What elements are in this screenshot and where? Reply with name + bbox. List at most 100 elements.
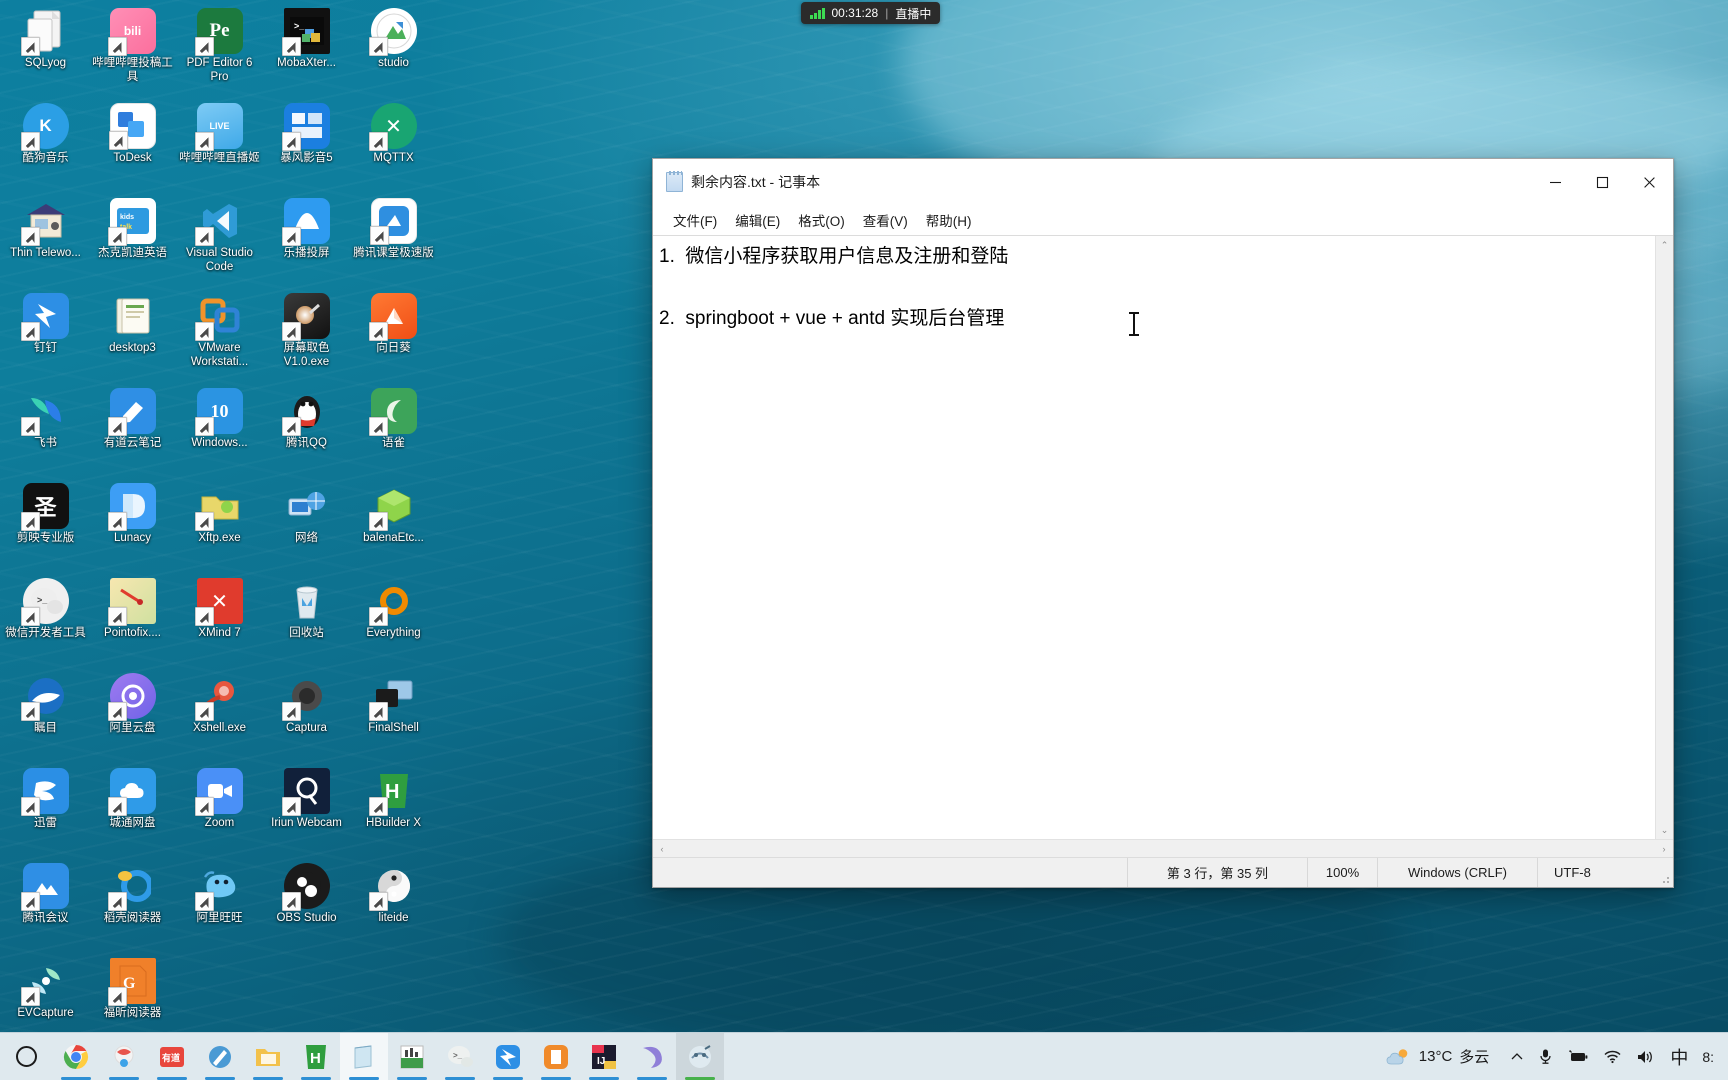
recording-indicator[interactable]: 00:31:28 | 直播中 bbox=[801, 2, 941, 24]
taskbar-item-wechat-devtools[interactable]: >_ bbox=[436, 1033, 484, 1080]
menu-help[interactable]: 帮助(H) bbox=[917, 207, 981, 233]
desktop-icon-folder-desktop3[interactable]: desktop3 bbox=[89, 289, 176, 384]
desktop-icon-xftp[interactable]: Xftp.exe bbox=[176, 479, 263, 574]
menu-view[interactable]: 查看(V) bbox=[854, 207, 917, 233]
desktop-icon-dingtalk[interactable]: 钉钉 bbox=[2, 289, 89, 384]
desktop-icon-label: 阿里云盘 bbox=[109, 722, 156, 734]
scroll-up-arrow-icon[interactable]: ⌃ bbox=[1656, 236, 1673, 254]
desktop-icon-bilibili-upload[interactable]: bili 哔哩哔哩投稿工具 bbox=[89, 4, 176, 99]
taskbar-item-excel-chart[interactable] bbox=[388, 1033, 436, 1080]
desktop-icon-label: 稻壳阅读器 bbox=[103, 912, 162, 924]
taskbar-item-dingtalk[interactable] bbox=[484, 1033, 532, 1080]
desktop-icon-studio[interactable]: studio bbox=[350, 4, 437, 99]
desktop-icon-color-picker[interactable]: 屏幕取色 V1.0.exe bbox=[263, 289, 350, 384]
desktop-icon-baofeng-player[interactable]: 暴风影音5 bbox=[263, 99, 350, 194]
minimize-button[interactable] bbox=[1532, 159, 1579, 205]
desktop-icon-aliyun-drive[interactable]: 阿里云盘 bbox=[89, 669, 176, 764]
taskbar-item-file-explorer[interactable] bbox=[244, 1033, 292, 1080]
start-button[interactable] bbox=[0, 1033, 52, 1080]
desktop-icon-balena-etcher[interactable]: balenaEtc... bbox=[350, 479, 437, 574]
desktop-icon-jack-kaidi-english[interactable]: kids talk 杰克凯迪英语 bbox=[89, 194, 176, 289]
desktop-icon-network[interactable]: 网络 bbox=[263, 479, 350, 574]
desktop-icon-vmware[interactable]: VMware Workstati... bbox=[176, 289, 263, 384]
taskbar-item-quark-browser[interactable] bbox=[100, 1033, 148, 1080]
desktop-icon-lebo-cast[interactable]: 乐播投屏 bbox=[263, 194, 350, 289]
taskbar-item-notepad[interactable] bbox=[340, 1033, 388, 1080]
notepad-titlebar[interactable]: 剩余内容.txt - 记事本 bbox=[653, 159, 1673, 205]
desktop-icon-daoke-reader[interactable]: 稻壳阅读器 bbox=[89, 859, 176, 954]
desktop-icon-obs-studio[interactable]: OBS Studio bbox=[263, 859, 350, 954]
scroll-right-arrow-icon[interactable]: › bbox=[1655, 840, 1673, 857]
desktop-icon-xunlei[interactable]: 迅雷 bbox=[2, 764, 89, 859]
desktop-icon-mobaxterm[interactable]: >_ MobaXter... bbox=[263, 4, 350, 99]
desktop-icon-xmind[interactable]: ✕ XMind 7 bbox=[176, 574, 263, 669]
desktop-icon-sqlyog[interactable]: SQLyog bbox=[2, 4, 89, 99]
desktop-icon-mqttx[interactable]: ✕ MQTTX bbox=[350, 99, 437, 194]
tray-weather[interactable]: 13°C 多云 bbox=[1374, 1033, 1504, 1080]
desktop-icon-windows10[interactable]: 10 Windows... bbox=[176, 384, 263, 479]
desktop-icon-bilibili-live[interactable]: LIVE 哔哩哔哩直播姬 bbox=[176, 99, 263, 194]
desktop-icon-zhumu[interactable]: 瞩目 bbox=[2, 669, 89, 764]
desktop-icon-hbuilderx[interactable]: H HBuilder X bbox=[350, 764, 437, 859]
resize-grip-icon[interactable] bbox=[1655, 858, 1673, 887]
maximize-button[interactable] bbox=[1579, 159, 1626, 205]
text-editor-area[interactable]: 1. 微信小程序获取用户信息及注册和登陆 2. springboot + vue… bbox=[653, 236, 1655, 839]
desktop-icon-wechat-devtools[interactable]: >_ 微信开发者工具 bbox=[2, 574, 89, 669]
desktop-icon-tencent-qq[interactable]: 腾讯QQ bbox=[263, 384, 350, 479]
battery-tray-button[interactable] bbox=[1560, 1033, 1596, 1080]
menu-format[interactable]: 格式(O) bbox=[789, 207, 854, 233]
desktop-icon-iriun-webcam[interactable]: Iriun Webcam bbox=[263, 764, 350, 859]
desktop-icon-tencent-meeting[interactable]: 腾讯会议 bbox=[2, 859, 89, 954]
taskbar-item-daoke-reader[interactable] bbox=[532, 1033, 580, 1080]
desktop-icon-label: Visual Studio Code bbox=[186, 247, 253, 273]
taskbar-item-intellij-idea[interactable]: IJ bbox=[580, 1033, 628, 1080]
taskbar-item-youdao-dict[interactable]: 有道 bbox=[148, 1033, 196, 1080]
desktop-icon-kugou-music[interactable]: K 酷狗音乐 bbox=[2, 99, 89, 194]
desktop-icon-sunflower[interactable]: 向日葵 bbox=[350, 289, 437, 384]
taskbar-item-mobaxterm[interactable] bbox=[676, 1033, 724, 1080]
vertical-scrollbar[interactable]: ⌃ ⌄ bbox=[1655, 236, 1673, 839]
desktop-icon-pointofix[interactable]: Pointofix.... bbox=[89, 574, 176, 669]
close-button[interactable] bbox=[1626, 159, 1673, 205]
taskbar-item-navicat[interactable] bbox=[628, 1033, 676, 1080]
desktop-icon-lunacy[interactable]: Lunacy bbox=[89, 479, 176, 574]
desktop-icon-everything[interactable]: Everything bbox=[350, 574, 437, 669]
desktop-icon-zoom[interactable]: Zoom bbox=[176, 764, 263, 859]
desktop-icon-pdf-editor[interactable]: Pe PDF Editor 6 Pro bbox=[176, 4, 263, 99]
taskbar-item-wps-pen[interactable] bbox=[196, 1033, 244, 1080]
desktop-icon-feishu[interactable]: 飞书 bbox=[2, 384, 89, 479]
youdao-note-icon bbox=[107, 388, 156, 436]
desktop-icon-aliwangwang[interactable]: 阿里旺旺 bbox=[176, 859, 263, 954]
desktop-icon-liteide[interactable]: liteide bbox=[350, 859, 437, 954]
desktop-icon-youdao-note[interactable]: 有道云笔记 bbox=[89, 384, 176, 479]
desktop-icon-label: MobaXter... bbox=[277, 57, 336, 69]
desktop-icon-label: Iriun Webcam bbox=[271, 817, 342, 829]
desktop-icon-recycle-bin[interactable]: 回收站 bbox=[263, 574, 350, 669]
desktop-icon-tencent-ketang[interactable]: 腾讯课堂极速版 bbox=[350, 194, 437, 289]
wifi-tray-button[interactable] bbox=[1596, 1033, 1629, 1080]
show-hidden-icons-button[interactable] bbox=[1503, 1033, 1531, 1080]
desktop-icon-finalshell[interactable]: FinalShell bbox=[350, 669, 437, 764]
desktop-icon-thin-telework[interactable]: Thin Telewo... bbox=[2, 194, 89, 289]
desktop-icon-ctfile[interactable]: 城通网盘 bbox=[89, 764, 176, 859]
menu-file[interactable]: 文件(F) bbox=[664, 207, 726, 233]
microphone-tray-button[interactable] bbox=[1531, 1033, 1560, 1080]
horizontal-scrollbar[interactable]: ‹ › bbox=[653, 839, 1673, 857]
desktop-icon-xshell[interactable]: Xshell.exe bbox=[176, 669, 263, 764]
desktop-icon-label: Pointofix.... bbox=[104, 627, 161, 639]
menu-edit[interactable]: 编辑(E) bbox=[726, 207, 789, 233]
desktop-icon-jianying[interactable]: 圣剪映专业版 bbox=[2, 479, 89, 574]
desktop-icon-yuque[interactable]: 语雀 bbox=[350, 384, 437, 479]
notepad-window[interactable]: 剩余内容.txt - 记事本 文件(F) 编辑(E) 格式(O) 查看(V) 帮… bbox=[652, 158, 1674, 888]
clock[interactable]: 8: bbox=[1695, 1033, 1724, 1080]
volume-tray-button[interactable] bbox=[1629, 1033, 1663, 1080]
desktop-icon-vscode[interactable]: Visual Studio Code bbox=[176, 194, 263, 289]
scroll-left-arrow-icon[interactable]: ‹ bbox=[653, 840, 671, 857]
desktop-icon-captura[interactable]: Captura bbox=[263, 669, 350, 764]
ime-indicator[interactable]: 中 bbox=[1663, 1033, 1695, 1080]
desktop-icon-todesk[interactable]: ToDesk bbox=[89, 99, 176, 194]
taskbar-item-chrome[interactable] bbox=[52, 1033, 100, 1080]
taskbar-item-hbuilderx[interactable]: H bbox=[292, 1033, 340, 1080]
scroll-down-arrow-icon[interactable]: ⌄ bbox=[1656, 821, 1673, 839]
wps-pen-icon bbox=[207, 1043, 234, 1070]
